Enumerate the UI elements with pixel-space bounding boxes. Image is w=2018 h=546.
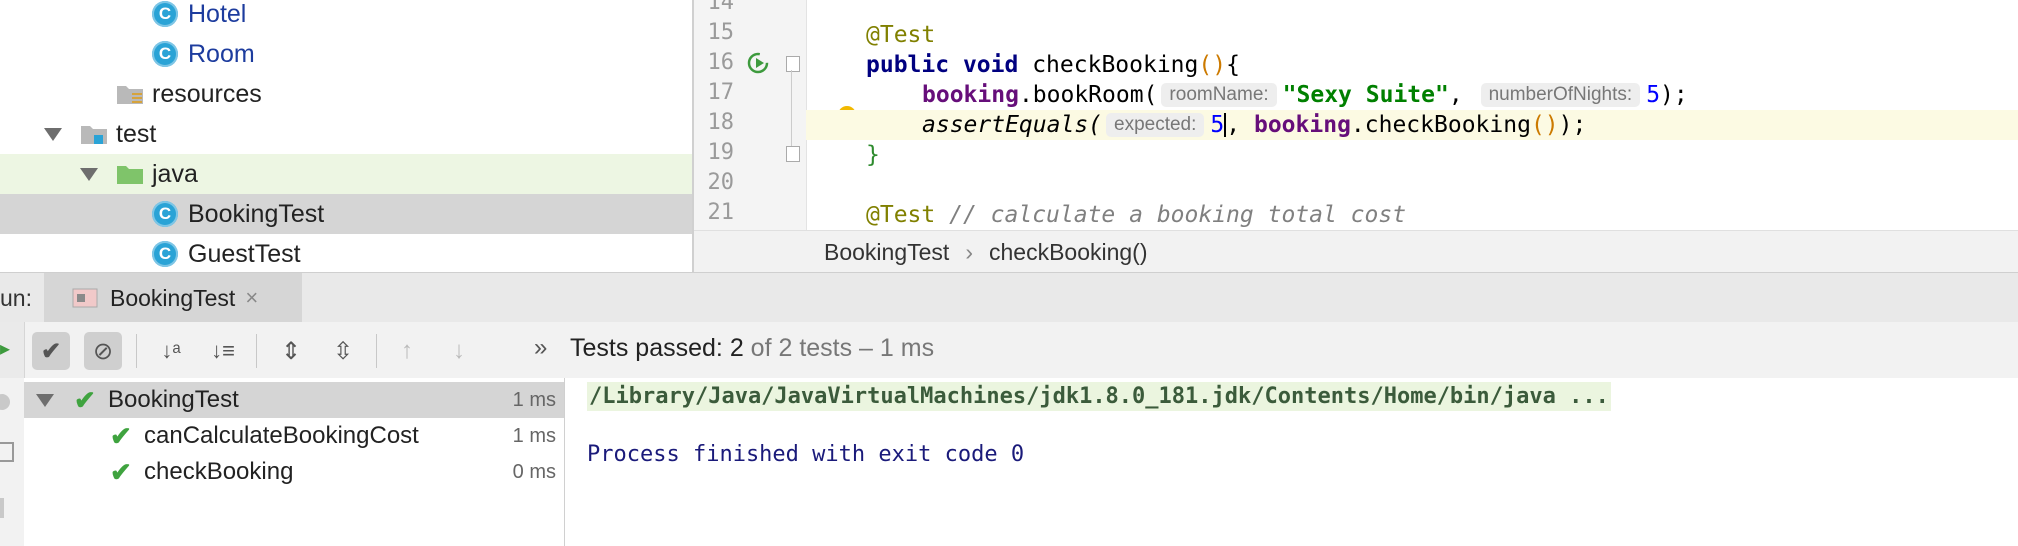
rerun-icon[interactable]: ▸ xyxy=(0,336,10,361)
test-row-cancalculatebookingcost[interactable]: ✔ canCalculateBookingCost 1 ms xyxy=(24,418,564,454)
test-source-folder-icon xyxy=(117,166,143,184)
sort-duration-icon: ↓≡ xyxy=(211,338,235,363)
passed-check-icon: ✔ xyxy=(74,384,96,415)
tree-item-hotel[interactable]: C Hotel xyxy=(0,0,692,34)
run-side-strip xyxy=(0,378,25,546)
check-icon: ✔ xyxy=(40,337,62,365)
sort-by-duration-button[interactable]: ↓≡ xyxy=(204,332,242,370)
line-number: 20 xyxy=(707,170,735,195)
tree-item-guesttest[interactable]: C GuestTest xyxy=(0,234,692,272)
sort-alphabetically-button[interactable]: ↓ᵃ xyxy=(152,332,190,370)
fold-guide xyxy=(791,70,792,146)
console-exit-line: Process finished with exit code 0 xyxy=(587,442,1025,467)
ignored-icon: ⊘ xyxy=(92,337,114,365)
left-strip: ▸ xyxy=(0,322,25,378)
code-line-18[interactable]: assertEquals(expected: 5, booking .checkBo… xyxy=(806,110,2018,140)
more-actions-icon[interactable]: » xyxy=(534,334,547,362)
param-hint: roomName: xyxy=(1161,83,1277,107)
passed-check-icon: ✔ xyxy=(110,456,132,487)
toolbar-separator xyxy=(256,334,257,368)
test-row-bookingtest[interactable]: ✔ BookingTest 1 ms xyxy=(24,382,564,418)
assert-call: assertEquals( xyxy=(922,112,1103,138)
arrow-up-icon: ↑ xyxy=(401,337,413,364)
class-icon: C xyxy=(152,41,178,67)
tree-item-java[interactable]: java xyxy=(0,154,692,194)
breadcrumb: BookingTest › checkBooking() xyxy=(694,230,2018,273)
param-hint: numberOfNights: xyxy=(1480,83,1641,107)
collapse-all-icon: ⇳ xyxy=(332,337,354,365)
line-number: 19 xyxy=(707,140,735,165)
code-line-21[interactable]: @Test // calculate a booking total cost xyxy=(806,200,2018,230)
toolbar-separator xyxy=(376,334,377,368)
show-passed-button[interactable]: ✔ xyxy=(32,332,70,370)
passed-check-icon: ✔ xyxy=(110,420,132,451)
line-number: 18 xyxy=(707,110,735,135)
collapse-arrow-icon[interactable] xyxy=(36,394,54,407)
run-tool-window-header: un: BookingTest × xyxy=(0,272,2018,324)
line-number: 16 xyxy=(707,50,735,75)
test-class-icon: C xyxy=(152,201,178,227)
breadcrumb-separator: › xyxy=(965,238,973,265)
resources-folder-icon xyxy=(117,86,143,104)
test-results-tree: ✔ BookingTest 1 ms ✔ canCalculateBooking… xyxy=(24,378,565,546)
fold-marker-icon[interactable] xyxy=(786,146,800,162)
code-line-15[interactable]: @Test xyxy=(806,20,2018,50)
run-label: un: xyxy=(0,285,32,311)
code-line-19[interactable]: } xyxy=(806,140,2018,170)
test-row-checkbooking[interactable]: ✔ checkBooking 0 ms xyxy=(24,454,564,490)
layout-icon[interactable] xyxy=(0,442,14,462)
class-icon: C xyxy=(152,241,178,267)
stop-icon[interactable] xyxy=(0,394,10,410)
collapse-all-button[interactable]: ⇳ xyxy=(324,332,362,370)
project-tree: C Hotel C Room resources test java C Boo… xyxy=(0,0,692,272)
line-number: 14 xyxy=(707,0,735,15)
console-command-line: /Library/Java/JavaVirtualMachines/jdk1.8… xyxy=(587,382,1611,411)
tree-item-bookingtest[interactable]: C BookingTest xyxy=(0,194,692,234)
breadcrumb-item-class[interactable]: BookingTest xyxy=(824,239,949,266)
run-toolbar: ▸ ✔ ⊘ ↓ᵃ ↓≡ ⇕ ⇳ ↑ ↓ » Tests passed: 2 of… xyxy=(0,322,2018,379)
tree-item-room[interactable]: C Room xyxy=(0,34,692,74)
close-tab-icon[interactable]: × xyxy=(245,285,258,311)
arrow-down-icon: ↓ xyxy=(453,337,465,364)
run-test-icon[interactable] xyxy=(746,50,772,76)
editor-gutter: 14 15 16 17 18 19 20 21 xyxy=(694,0,856,230)
next-failed-button[interactable]: ↓ xyxy=(440,332,478,370)
show-ignored-button[interactable]: ⊘ xyxy=(84,332,122,370)
line-number: 17 xyxy=(707,80,735,105)
tree-item-test[interactable]: test xyxy=(0,114,692,154)
sort-alpha-icon: ↓ᵃ xyxy=(161,338,181,363)
tree-item-resources[interactable]: resources xyxy=(0,74,692,114)
class-icon: C xyxy=(152,1,178,27)
toolbar-separator xyxy=(136,334,137,368)
test-status: Tests passed: 2 of 2 tests – 1 ms xyxy=(570,334,935,362)
line-number: 15 xyxy=(707,20,735,45)
previous-failed-button[interactable]: ↑ xyxy=(388,332,426,370)
expand-all-button[interactable]: ⇕ xyxy=(272,332,310,370)
code-line-17[interactable]: booking .bookRoom(roomName: "Sexy Suite", … xyxy=(806,80,2018,110)
run-config-icon xyxy=(72,288,98,308)
fold-marker-icon[interactable] xyxy=(786,56,800,72)
code-line-16[interactable]: public void checkBooking(){ xyxy=(806,50,2018,80)
expand-all-icon: ⇕ xyxy=(280,337,302,365)
run-tab-bookingtest[interactable]: BookingTest × xyxy=(44,273,302,323)
line-number: 21 xyxy=(707,200,735,225)
console-output[interactable]: /Library/Java/JavaVirtualMachines/jdk1.8… xyxy=(565,378,2018,546)
code-editor[interactable]: 14 15 16 17 18 19 20 21 @Test public voi… xyxy=(694,0,2018,230)
param-hint: expected: xyxy=(1106,113,1205,137)
pin-icon[interactable] xyxy=(0,498,4,518)
expand-arrow-icon[interactable] xyxy=(44,128,62,141)
test-folder-icon xyxy=(81,126,107,144)
expand-arrow-icon[interactable] xyxy=(80,168,98,181)
breadcrumb-item-method[interactable]: checkBooking() xyxy=(989,239,1148,266)
